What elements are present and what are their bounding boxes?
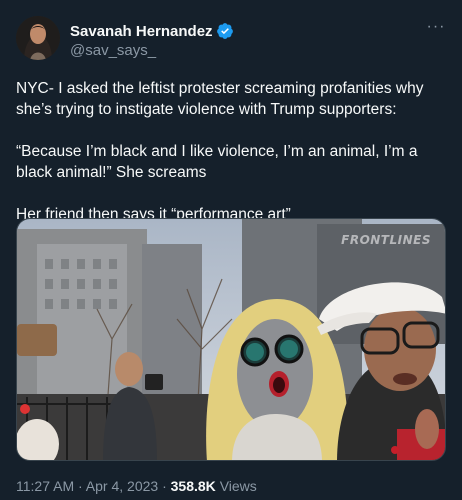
display-name[interactable]: Savanah Hernandez [70,23,213,40]
tweet-media-video[interactable]: FRONTLINES [16,218,446,461]
tweet: Savanah Hernandez @sav_says_ ··· NYC- I … [0,0,462,500]
video-frame [17,219,445,460]
views-label: Views [219,478,257,494]
tweet-paragraph: “Because I’m black and I like violence, … [16,143,418,181]
meta-separator: · [78,478,86,494]
avatar-image [16,16,60,60]
video-watermark: FRONTLINES [341,233,431,247]
meta-separator: · [162,478,171,494]
views-count: 358.8K [170,478,216,494]
more-options-button[interactable]: ··· [426,18,446,40]
tweet-time[interactable]: 11:27 AM [16,478,74,494]
author-handle[interactable]: @sav_says_ [70,42,156,59]
tweet-date[interactable]: Apr 4, 2023 [86,478,158,494]
tweet-meta: 11:27 AM · Apr 4, 2023 · 358.8K Views [16,478,257,494]
verified-badge-icon[interactable] [216,22,234,40]
tweet-paragraph: NYC- I asked the leftist protester screa… [16,80,424,118]
author-name-row: Savanah Hernandez [70,21,234,41]
avatar[interactable] [16,16,60,60]
more-horizontal-icon: ··· [426,18,446,35]
